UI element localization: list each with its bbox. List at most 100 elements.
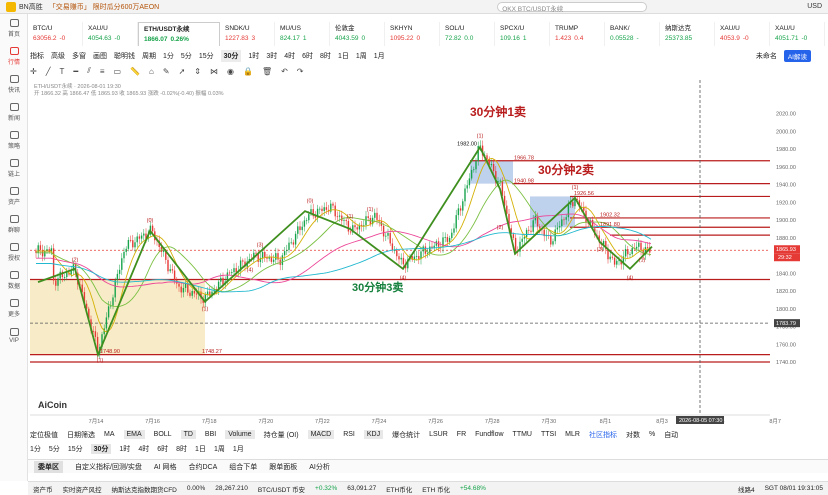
- promo-notice[interactable]: 「交易赚币」 限时瓜分600万AEON: [49, 2, 159, 12]
- indicator-toggle-5[interactable]: 爆仓统计: [392, 430, 420, 440]
- bottom-tab-1[interactable]: 自定义指标/回测/实盘: [75, 462, 142, 472]
- toolbar-item-15[interactable]: 1日: [338, 51, 349, 61]
- sidebar-item-8[interactable]: 授权: [0, 238, 28, 266]
- period-0[interactable]: 1分: [30, 444, 41, 454]
- ticker-tab[interactable]: XAU/U 4054.63 -0: [83, 22, 138, 46]
- ma-toggle-0[interactable]: MA: [104, 431, 115, 438]
- indicator-toggle-4[interactable]: KDJ: [363, 430, 384, 439]
- indicator-toggle-2[interactable]: MACD: [307, 430, 335, 439]
- ticker-tab[interactable]: TRUMP 1.423 0.4: [550, 22, 605, 46]
- ticker-tab[interactable]: XAU/U 4053.9 -0: [715, 22, 770, 46]
- price-chart[interactable]: (2) (1) (0) (1) (3) (0) (1) (4) (1) (2) (1) (3) (4) (…: [30, 80, 828, 425]
- price-axis[interactable]: 2020.00 2000.00 1980.00 1960.00 1940.00 1920.…: [776, 112, 796, 367]
- currency-select[interactable]: USD: [807, 3, 822, 10]
- period-8[interactable]: 1日: [195, 444, 206, 454]
- indicator-toggle-6[interactable]: LSUR: [429, 431, 448, 438]
- toolbar-item-7[interactable]: 5分: [181, 51, 192, 61]
- bottom-tab-0[interactable]: 委单区: [34, 460, 63, 473]
- toolbar-item-11[interactable]: 3时: [266, 51, 277, 61]
- status-item-1[interactable]: 实时资产风控: [63, 484, 102, 494]
- toolbar-item-14[interactable]: 8时: [320, 51, 331, 61]
- pattern-tool-icon[interactable]: ⋈: [210, 67, 218, 76]
- indicator-toggle-10[interactable]: TTSI: [541, 431, 556, 438]
- arrow-tool-icon[interactable]: ➚: [179, 67, 186, 76]
- chart-svg[interactable]: (2) (1) (0) (1) (3) (0) (1) (4) (1) (2) (1) (3) (4) (…: [30, 80, 828, 425]
- indicator-toggle-1[interactable]: 持仓量 (OI): [264, 430, 299, 440]
- ruler-tool-icon[interactable]: 📏: [130, 67, 140, 76]
- toolbar-item-13[interactable]: 6时: [302, 51, 313, 61]
- period-7[interactable]: 8时: [176, 444, 187, 454]
- indicator-toggle-8[interactable]: Fundflow: [475, 431, 503, 438]
- period-10[interactable]: 1月: [233, 444, 244, 454]
- ma-toggle-3[interactable]: TD: [180, 430, 196, 439]
- eye-tool-icon[interactable]: ◉: [227, 67, 234, 76]
- toolbar-item-6[interactable]: 1分: [163, 51, 174, 61]
- toolbar-item-4[interactable]: 聪明钱: [114, 51, 135, 61]
- search-input[interactable]: OKX BTC/USDT永续: [497, 1, 648, 13]
- toolbar-item-17[interactable]: 1月: [374, 51, 385, 61]
- layout-name[interactable]: 未命名: [756, 51, 777, 61]
- ticker-tab[interactable]: ETH/USDT永续 1866.07 0.26%: [138, 22, 220, 46]
- toolbar-item-10[interactable]: 1时: [248, 51, 259, 61]
- period-4[interactable]: 1时: [119, 444, 130, 454]
- ticker-tab[interactable]: SOL/U 72.82 0.0: [440, 22, 495, 46]
- bottom-right-3[interactable]: 自动: [664, 430, 678, 440]
- period-1[interactable]: 5分: [49, 444, 60, 454]
- sidebar-item-5[interactable]: 链上: [0, 154, 28, 182]
- channel-tool-icon[interactable]: ⫽: [87, 66, 91, 76]
- sidebar-item-3[interactable]: 新闻: [0, 98, 28, 126]
- sidebar-item-6[interactable]: 资产: [0, 182, 28, 210]
- magnet-tool-icon[interactable]: ⌂: [149, 67, 154, 76]
- undo-icon[interactable]: ↶: [281, 67, 288, 76]
- bottom-right-0[interactable]: 社区指标: [589, 430, 617, 440]
- period-6[interactable]: 6时: [157, 444, 168, 454]
- sidebar-item-9[interactable]: 数据: [0, 266, 28, 294]
- text-tool-icon[interactable]: T: [60, 67, 65, 76]
- lock-tool-icon[interactable]: 🔒: [243, 67, 253, 76]
- toolbar-item-9[interactable]: 30分: [220, 50, 242, 62]
- bottom-left-1[interactable]: 日期筛选: [67, 430, 95, 440]
- brush-tool-icon[interactable]: ✎: [163, 67, 170, 76]
- toolbar-item-0[interactable]: 指标: [30, 51, 44, 61]
- bottom-tab-2[interactable]: AI 网格: [154, 462, 177, 472]
- indicator-toggle-11[interactable]: MLR: [565, 431, 580, 438]
- bottom-tab-3[interactable]: 合约DCA: [188, 462, 217, 472]
- period-2[interactable]: 15分: [68, 444, 83, 454]
- indicator-toggle-0[interactable]: Volume: [225, 430, 255, 439]
- bottom-tab-4[interactable]: 组合下单: [229, 462, 257, 472]
- period-3[interactable]: 30分: [90, 444, 112, 454]
- sidebar-item-1[interactable]: 行情: [0, 42, 28, 70]
- ticker-tab[interactable]: BANK/0.05528-: [605, 22, 660, 46]
- toolbar-item-2[interactable]: 多窗: [72, 51, 86, 61]
- toolbar-item-8[interactable]: 15分: [199, 51, 214, 61]
- sidebar-item-7[interactable]: 群聊: [0, 210, 28, 238]
- bottom-right-2[interactable]: %: [649, 431, 655, 438]
- ai-interpret-button[interactable]: AI解读: [783, 50, 811, 62]
- cursor-tool-icon[interactable]: ✛: [30, 67, 37, 76]
- sidebar-item-10[interactable]: 更多: [0, 294, 28, 322]
- toolbar-item-16[interactable]: 1周: [356, 51, 367, 61]
- period-9[interactable]: 1周: [214, 444, 225, 454]
- indicator-toggle-9[interactable]: TTMU: [513, 431, 532, 438]
- hline-tool-icon[interactable]: ━: [73, 67, 78, 76]
- line-tool-icon[interactable]: ╱: [46, 67, 51, 76]
- bottom-left-0[interactable]: 定位极值: [30, 430, 58, 440]
- toolbar-item-1[interactable]: 高级: [51, 51, 65, 61]
- sidebar-item-0[interactable]: 首页: [0, 14, 28, 42]
- ticker-tab[interactable]: SKHYN 1095.22 0: [385, 22, 440, 46]
- ticker-tab[interactable]: 伦敦金 4043.59 0: [330, 22, 385, 46]
- ticker-tab[interactable]: 纳斯达克 25373.85: [660, 22, 715, 46]
- bottom-tab-6[interactable]: AI分析: [309, 462, 330, 472]
- toolbar-item-3[interactable]: 画图: [93, 51, 107, 61]
- redo-icon[interactable]: ↷: [297, 67, 304, 76]
- rect-tool-icon[interactable]: ▭: [114, 67, 122, 76]
- ticker-tab[interactable]: SNDK/U 1227.83 3: [220, 22, 275, 46]
- sidebar-item-11[interactable]: VIP: [0, 322, 28, 350]
- sidebar-item-2[interactable]: 快讯: [0, 70, 28, 98]
- sidebar-item-4[interactable]: 策略: [0, 126, 28, 154]
- ticker-tab[interactable]: SPCX/U 109.16 1: [495, 22, 550, 46]
- bottom-right-1[interactable]: 对数: [626, 430, 640, 440]
- period-5[interactable]: 4时: [138, 444, 149, 454]
- ma-toggle-1[interactable]: EMA: [123, 430, 145, 439]
- ticker-tab[interactable]: XAU/U 4051.71 -0: [770, 22, 825, 46]
